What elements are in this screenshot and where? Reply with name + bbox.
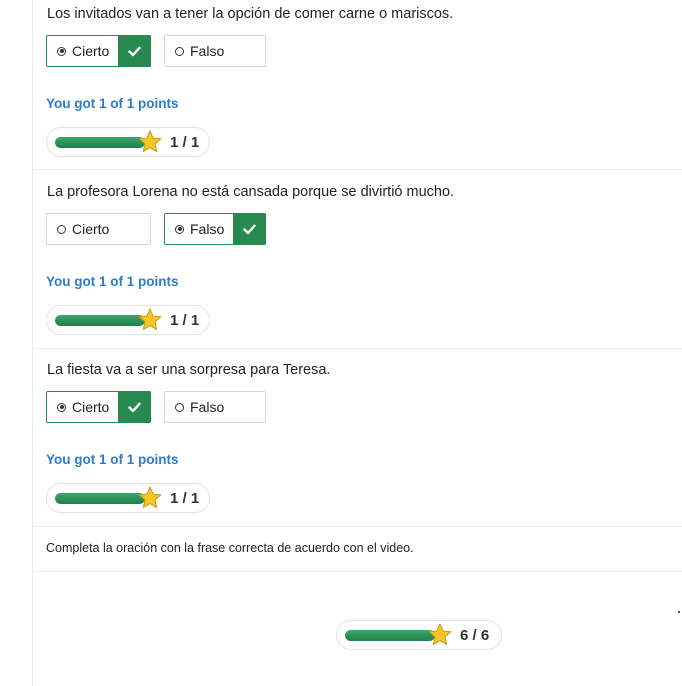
option-cierto[interactable]: Cierto — [46, 35, 151, 67]
progress-fill — [55, 493, 145, 504]
score-value: 1 / 1 — [170, 134, 200, 151]
progress-fill — [55, 137, 145, 148]
instruction-text: Completa la oración con la frase correct… — [46, 541, 414, 555]
question-text: Los invitados van a tener la opción de c… — [47, 6, 454, 22]
divider — [33, 348, 682, 349]
check-icon-box — [233, 213, 266, 245]
check-icon-box — [118, 391, 151, 423]
total-score-indicator: 6 / 6 — [336, 620, 502, 650]
option-falso[interactable]: Falso — [164, 391, 266, 423]
option-label: Falso — [190, 43, 225, 59]
option-falso[interactable]: Falso — [164, 35, 266, 67]
result-text: You got 1 of 1 points — [46, 452, 179, 467]
result-text: You got 1 of 1 points — [46, 96, 179, 111]
radio-icon[interactable] — [175, 402, 184, 412]
radio-icon[interactable] — [175, 46, 184, 56]
radio-icon[interactable] — [57, 46, 66, 56]
progress-bar — [55, 493, 145, 504]
progress-fill — [55, 315, 145, 326]
option-label: Cierto — [72, 221, 110, 237]
question-2: La profesora Lorena no está cansada porq… — [33, 178, 682, 356]
divider — [33, 571, 682, 572]
divider — [33, 526, 682, 527]
radio-icon[interactable] — [175, 224, 184, 234]
question-3: La fiesta va a ser una sorpresa para Ter… — [33, 356, 682, 534]
radio-icon[interactable] — [57, 224, 66, 234]
question-text: La fiesta va a ser una sorpresa para Ter… — [47, 362, 331, 378]
progress-fill — [345, 630, 435, 641]
star-icon — [138, 486, 162, 509]
score-indicator: 1 / 1 — [46, 483, 210, 513]
option-falso[interactable]: Falso — [164, 213, 266, 245]
star-icon — [138, 130, 162, 153]
total-score-value: 6 / 6 — [460, 627, 490, 644]
score-value: 1 / 1 — [170, 490, 200, 507]
option-cierto[interactable]: Cierto — [46, 391, 151, 423]
progress-bar — [345, 630, 435, 641]
score-indicator: 1 / 1 — [46, 127, 210, 157]
score-value: 1 / 1 — [170, 312, 200, 329]
divider — [33, 169, 682, 170]
progress-bar — [55, 315, 145, 326]
radio-icon[interactable] — [57, 402, 66, 412]
check-icon — [128, 46, 141, 56]
star-icon — [138, 308, 162, 331]
result-text: You got 1 of 1 points — [46, 274, 179, 289]
question-text: La profesora Lorena no está cansada porq… — [47, 184, 455, 200]
option-label: Falso — [190, 221, 225, 237]
scroll-marker — [678, 611, 680, 613]
option-label: Falso — [190, 399, 225, 415]
check-icon — [243, 224, 256, 234]
check-icon — [128, 402, 141, 412]
check-icon-box — [118, 35, 151, 67]
question-1: Los invitados van a tener la opción de c… — [33, 0, 682, 178]
progress-bar — [55, 137, 145, 148]
option-cierto[interactable]: Cierto — [46, 213, 151, 245]
option-label: Cierto — [72, 43, 110, 59]
option-label: Cierto — [72, 399, 110, 415]
score-indicator: 1 / 1 — [46, 305, 210, 335]
star-icon — [428, 623, 452, 646]
